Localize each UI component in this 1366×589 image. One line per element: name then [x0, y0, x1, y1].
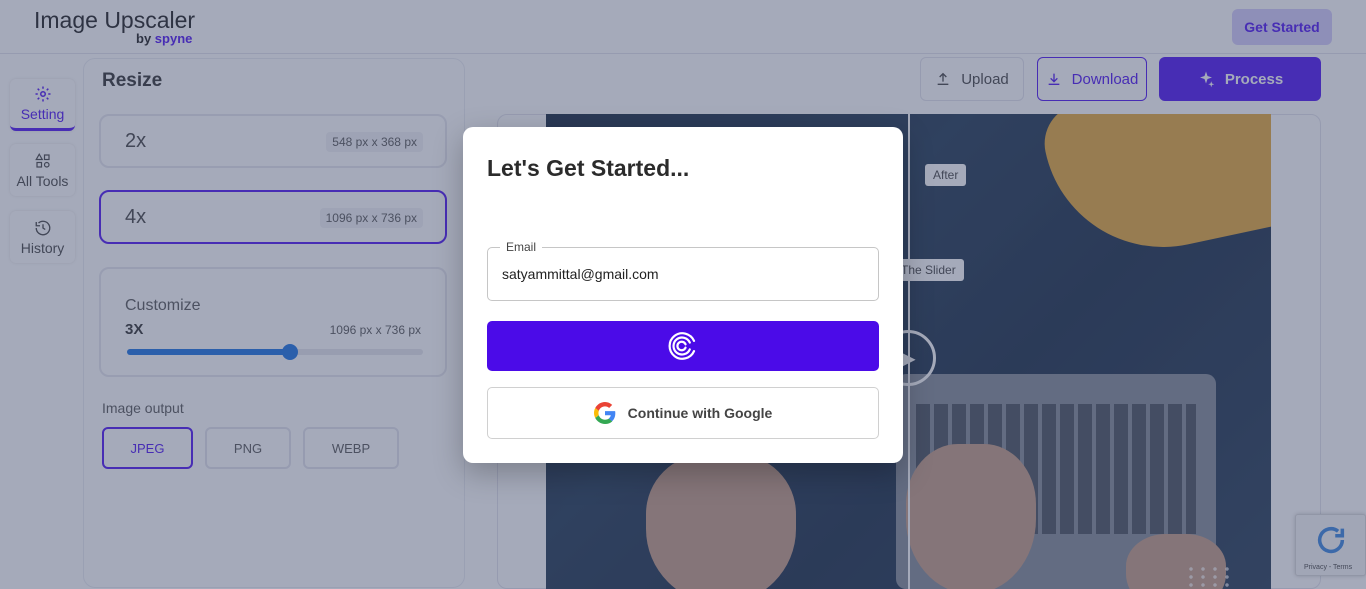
email-input[interactable]: [502, 266, 862, 282]
modal-title: Let's Get Started...: [487, 155, 690, 181]
email-label: Email: [500, 240, 543, 254]
google-signin-button[interactable]: Continue with Google: [487, 387, 879, 439]
google-icon: [593, 402, 615, 424]
email-field[interactable]: Email: [487, 240, 879, 301]
google-button-label: Continue with Google: [627, 405, 773, 421]
submit-button[interactable]: [487, 321, 879, 371]
signup-modal: Let's Get Started... Email Continue with…: [463, 127, 903, 463]
loading-spinner-icon: [668, 332, 696, 360]
